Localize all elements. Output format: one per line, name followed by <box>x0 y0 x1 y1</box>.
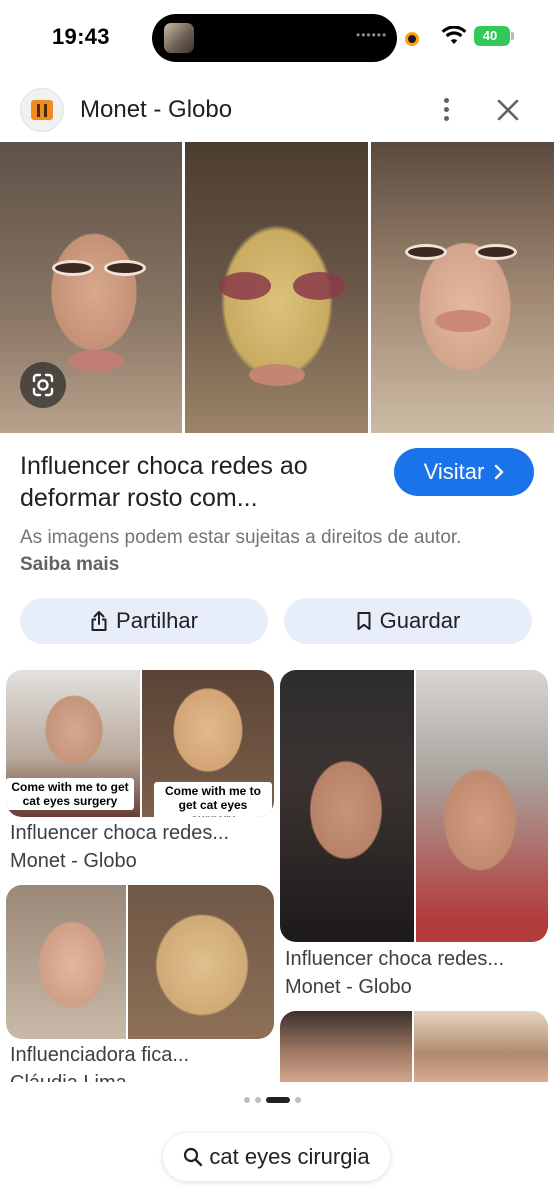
related-photo-left <box>280 1011 412 1082</box>
related-image[interactable] <box>280 1011 548 1082</box>
wifi-icon <box>441 26 467 44</box>
page-indicator <box>244 1096 301 1104</box>
source-header: Monet - Globo <box>0 82 554 138</box>
related-title[interactable]: Influencer choca redes... <box>10 822 229 845</box>
search-icon <box>184 1147 203 1167</box>
share-label: Partilhar <box>116 608 198 633</box>
more-vert-icon[interactable] <box>434 96 458 124</box>
save-label: Guardar <box>379 608 461 633</box>
recording-indicator-icon <box>405 32 419 46</box>
related-photo-left <box>280 670 414 942</box>
battery-indicator: 40 <box>474 26 510 46</box>
learn-more-link[interactable]: Saiba mais <box>20 554 119 575</box>
battery-level: 40 <box>482 28 498 43</box>
related-source: Monet - Globo <box>285 976 412 998</box>
share-button[interactable]: Partilhar <box>20 598 268 644</box>
source-title[interactable]: Monet - Globo <box>80 96 232 124</box>
page-dot-active <box>266 1097 290 1103</box>
related-photo-left <box>6 885 126 1039</box>
related-photo-right <box>416 670 548 942</box>
result-title[interactable]: Influencer choca redes ao deformar rosto… <box>20 450 380 514</box>
save-button[interactable]: Guardar <box>284 598 532 644</box>
related-image[interactable] <box>6 885 274 1039</box>
search-query-chip[interactable]: cat eyes cirurgia <box>163 1133 390 1181</box>
dynamic-island[interactable]: •••••• <box>152 14 397 62</box>
now-playing-thumbnail <box>164 23 194 53</box>
related-title[interactable]: Influencer choca redes... <box>285 948 504 971</box>
lens-icon[interactable] <box>20 362 66 408</box>
source-favicon-icon[interactable] <box>20 88 64 132</box>
related-photo-right <box>128 885 274 1039</box>
related-title[interactable]: Influenciadora fica... <box>10 1044 189 1067</box>
visit-label: Visitar <box>423 459 485 484</box>
video-caption: Come with me to get cat eyes surgery <box>154 782 272 817</box>
activity-dots-icon: •••••• <box>356 28 388 42</box>
chevron-right-icon <box>495 464 504 480</box>
page-dot <box>244 1097 250 1103</box>
copyright-notice: As imagens podem estar sujeitas a direit… <box>20 524 490 578</box>
video-caption: Come with me to get cat eyes surgery <box>6 778 134 810</box>
page-dot <box>255 1097 261 1103</box>
close-icon[interactable] <box>494 96 522 124</box>
related-photo-right <box>414 1011 548 1082</box>
related-source: Cláudia Lima <box>10 1072 127 1082</box>
status-time: 19:43 <box>52 24 110 49</box>
related-image[interactable]: Come with me to get cat eyes surgery Com… <box>6 670 274 817</box>
hero-photo-bruised <box>185 142 368 433</box>
main-image[interactable] <box>0 142 554 433</box>
copyright-text: As imagens podem estar sujeitas a direit… <box>20 527 462 548</box>
related-image[interactable] <box>280 670 548 942</box>
page-dot <box>295 1097 301 1103</box>
battery-tip <box>511 32 514 40</box>
search-query: cat eyes cirurgia <box>209 1144 370 1169</box>
related-source: Monet - Globo <box>10 850 137 872</box>
bookmark-icon <box>357 612 371 630</box>
hero-photo-after <box>371 142 554 433</box>
share-icon <box>91 611 107 631</box>
visit-button[interactable]: Visitar <box>394 448 534 496</box>
status-bar: 19:43 •••••• 40 <box>0 0 554 76</box>
